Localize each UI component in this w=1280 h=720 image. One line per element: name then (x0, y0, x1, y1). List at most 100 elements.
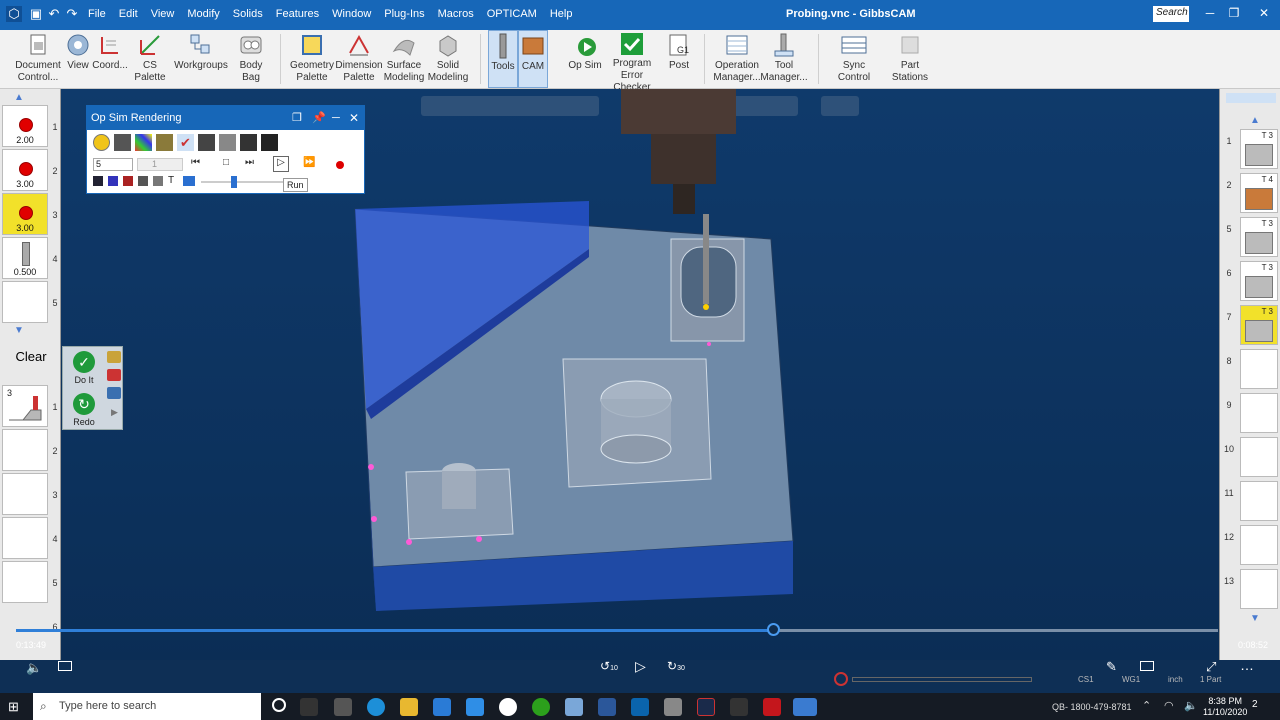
taskbar-search-input[interactable]: Type here to search (33, 693, 261, 720)
part-icon[interactable] (138, 176, 148, 186)
geometry-palette-button[interactable]: Geometry Palette (288, 30, 336, 88)
view-button[interactable]: View (64, 30, 92, 88)
op-slot-1[interactable]: 3 (2, 385, 48, 427)
chrome-icon[interactable] (499, 698, 517, 716)
close-icon[interactable]: ✕ (349, 106, 359, 130)
stack-icon[interactable] (114, 134, 131, 151)
menu-file[interactable]: File (88, 8, 106, 24)
menu-window[interactable]: Window (332, 8, 371, 24)
mail-icon[interactable] (433, 698, 451, 716)
document-control-button[interactable]: Document Control... (14, 30, 62, 88)
close-button[interactable]: ✕ (1252, 4, 1276, 22)
tool-slot-3[interactable]: 3.00 (2, 193, 48, 235)
op-list-toolbar[interactable] (1226, 93, 1276, 103)
tool-slot-1[interactable]: 2.00 (2, 105, 48, 147)
rewind-icon[interactable]: ⏮ (191, 157, 200, 168)
fixture-icon[interactable] (153, 176, 163, 186)
record-icon[interactable] (336, 161, 344, 169)
clear-button[interactable]: Clear (4, 347, 58, 367)
store-icon[interactable] (334, 698, 352, 716)
scroll-down-icon[interactable]: ▼ (14, 325, 24, 336)
lock-icon[interactable] (198, 134, 215, 151)
redo-label[interactable]: Redo (67, 417, 101, 427)
word-icon[interactable] (598, 698, 616, 716)
quickbooks-icon[interactable] (532, 698, 550, 716)
layers-icon[interactable] (240, 134, 257, 151)
notepad-icon[interactable] (697, 698, 715, 716)
undo-icon[interactable]: ↶ (46, 6, 62, 22)
body-bag-button[interactable]: Body Bag (230, 30, 272, 88)
op-slot-2[interactable]: T 4 (1240, 173, 1278, 213)
coord-button[interactable]: Coord... (92, 30, 128, 88)
post-button[interactable]: G1 Post (664, 30, 694, 88)
menu-modify[interactable]: Modify (187, 8, 219, 24)
edge-icon[interactable] (367, 698, 385, 716)
cs-palette-button[interactable]: CS Palette (128, 30, 172, 88)
op-slot-7[interactable]: T 3 (1240, 305, 1278, 345)
menu-opticam[interactable]: OPTICAM (487, 8, 537, 24)
video-player-icon[interactable] (793, 698, 817, 716)
gibbscam-icon[interactable] (730, 698, 748, 716)
op-slot-5[interactable]: T 3 (1240, 217, 1278, 257)
stock-icon[interactable] (123, 176, 133, 186)
check-icon[interactable]: ✓ (73, 351, 95, 373)
miniplayer-icon[interactable] (1140, 661, 1154, 671)
taskbar-clock[interactable]: 8:38 PM 11/10/2020 (1203, 696, 1247, 718)
workgroups-button[interactable]: Workgroups (174, 30, 228, 88)
op-slot-11[interactable] (1240, 481, 1278, 521)
pin-icon[interactable]: 📌 (312, 106, 326, 130)
task-view-icon[interactable] (300, 698, 318, 716)
save-icon[interactable]: ▣ (28, 6, 44, 22)
fast-forward-icon[interactable]: ⏩ (303, 157, 315, 168)
op-slot-3[interactable] (2, 473, 48, 515)
edit-icon[interactable]: ✎ (1106, 659, 1117, 675)
volume-icon[interactable]: 🔈 (26, 660, 42, 676)
app-icon[interactable]: ⬡ (6, 6, 22, 22)
play-icon[interactable]: ▷ (635, 658, 646, 675)
clock-icon[interactable] (93, 134, 110, 151)
solid-modeling-button[interactable]: Solid Modeling (426, 30, 470, 88)
toolpath-icon[interactable] (183, 176, 195, 186)
op-slot-6[interactable]: T 3 (1240, 261, 1278, 301)
menu-view[interactable]: View (151, 8, 175, 24)
cam-button[interactable]: CAM (518, 30, 548, 88)
expand-icon[interactable]: ▶ (111, 407, 118, 418)
powershell-icon[interactable] (466, 698, 484, 716)
op-slot-1[interactable]: T 3 (1240, 129, 1278, 169)
step-icon[interactable]: ⏭ (245, 157, 254, 168)
part-stations-button[interactable]: Part Stations (882, 30, 938, 88)
dimension-palette-button[interactable]: Dimension Palette (335, 30, 383, 88)
file-explorer-icon[interactable] (400, 698, 418, 716)
delete-icon[interactable] (107, 369, 121, 381)
menu-edit[interactable]: Edit (119, 8, 138, 24)
menu-plugins[interactable]: Plug-Ins (384, 8, 424, 24)
scroll-up-icon[interactable]: ▲ (14, 92, 24, 103)
menu-solids[interactable]: Solids (233, 8, 263, 24)
menu-features[interactable]: Features (276, 8, 319, 24)
speed-slider[interactable] (201, 181, 291, 183)
op-sim-button[interactable]: Op Sim (568, 30, 602, 88)
outlook-icon[interactable] (631, 698, 649, 716)
op-slot-12[interactable] (1240, 525, 1278, 565)
tools-button[interactable]: Tools (488, 30, 518, 88)
check-icon[interactable]: ✔ (177, 134, 194, 151)
scroll-up-icon[interactable]: ▲ (1250, 115, 1260, 126)
tool-slot-4[interactable]: 0.500 (2, 237, 48, 279)
gear-icon[interactable] (156, 134, 173, 151)
step-select[interactable]: 1 (137, 158, 183, 171)
acrobat-icon[interactable] (763, 698, 781, 716)
minimize-button[interactable]: ─ (1198, 4, 1222, 22)
step-input[interactable]: 5 (93, 158, 133, 171)
op-slot-9[interactable] (1240, 393, 1278, 433)
grid-icon[interactable] (219, 134, 236, 151)
tool-slot-2[interactable]: 3.00 (2, 149, 48, 191)
op-slot-8[interactable] (1240, 349, 1278, 389)
solid-icon[interactable] (108, 176, 118, 186)
windows-start-icon[interactable]: ⊞ (8, 699, 19, 715)
op-slot-2[interactable] (2, 429, 48, 471)
redo-icon[interactable]: ↻ (73, 393, 95, 415)
color-icon[interactable] (135, 134, 152, 151)
tool-manager-button[interactable]: Tool Manager... (760, 30, 808, 88)
program-error-checker-button[interactable]: Program Error Checker (602, 30, 662, 93)
run-button[interactable]: ▷ (273, 156, 289, 172)
